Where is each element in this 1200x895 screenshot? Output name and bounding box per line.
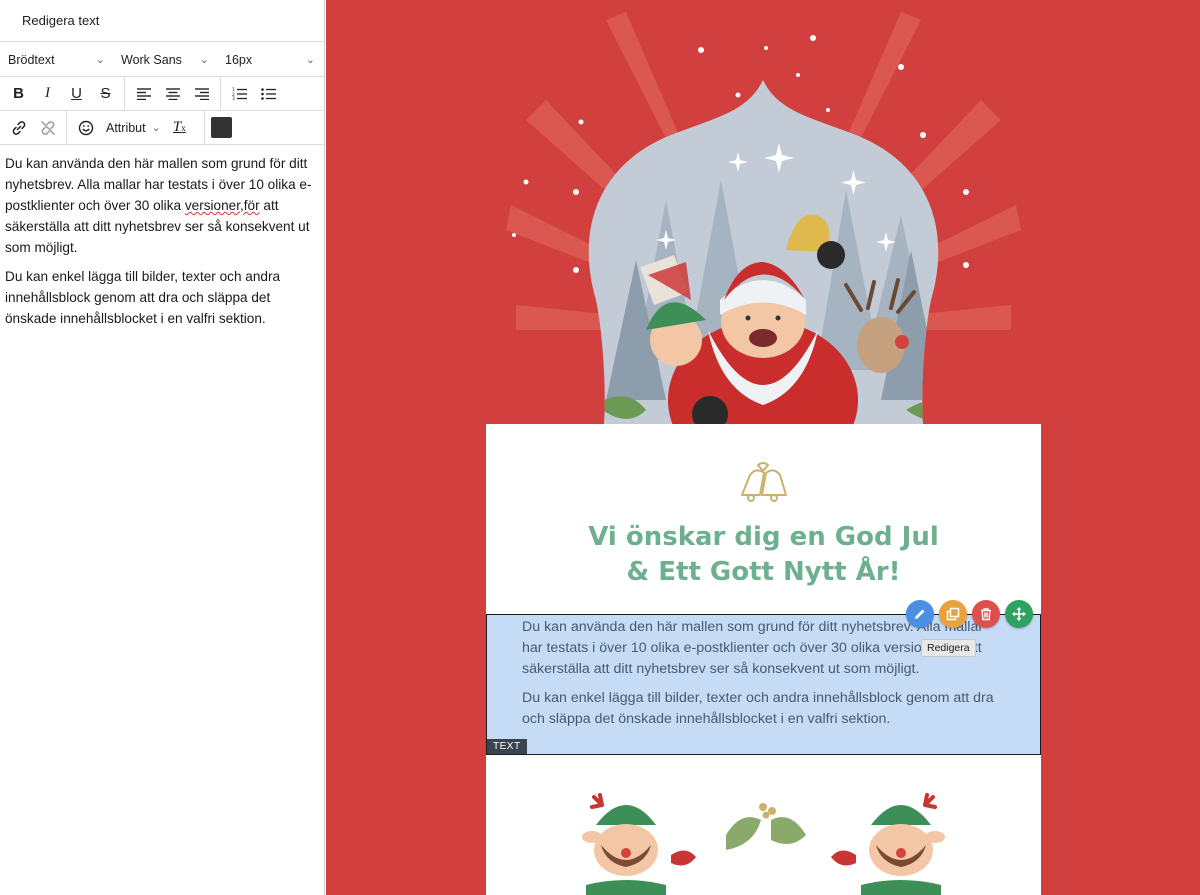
format-select-value: Brödtext <box>8 52 55 67</box>
italic-icon[interactable]: I <box>33 81 62 107</box>
style-toolbar: B I U S 123 <box>0 77 324 111</box>
insert-toolbar: Attribut ⌄ Tx <box>0 111 324 145</box>
chevron-down-icon: ⌄ <box>95 54 105 66</box>
chevron-down-icon: ⌄ <box>305 54 315 66</box>
greeting-section: Vi önskar dig en God Jul & Ett Gott Nytt… <box>486 424 1041 614</box>
move-block-button[interactable] <box>1005 600 1033 628</box>
bullet-list-icon[interactable] <box>254 81 283 107</box>
align-right-icon[interactable] <box>187 81 216 107</box>
unlink-icon[interactable] <box>33 115 62 141</box>
trash-icon <box>981 608 991 621</box>
block-actions <box>906 600 1033 628</box>
underline-icon[interactable]: U <box>62 81 91 107</box>
text-color-swatch[interactable] <box>210 117 232 138</box>
align-left-icon[interactable] <box>129 81 158 107</box>
elves-section <box>486 755 1041 895</box>
editor-paragraph-2: Du kan enkel lägga till bilder, texter o… <box>5 269 281 326</box>
attribute-select-label: Attribut <box>106 120 146 135</box>
greeting-heading: Vi önskar dig en God Jul & Ett Gott Nytt… <box>486 520 1041 590</box>
edit-block-button[interactable] <box>906 600 934 628</box>
alignment-group <box>125 77 221 110</box>
link-icon[interactable] <box>4 115 33 141</box>
strikethrough-icon[interactable]: S <box>91 81 120 107</box>
chevron-down-icon: ⌄ <box>199 54 209 66</box>
panel-title: Redigera text <box>0 0 324 42</box>
chevron-down-icon: ⌄ <box>151 122 161 134</box>
text-block-paragraph-2: Du kan enkel lägga till bilder, texter o… <box>522 690 994 727</box>
editor-paragraph-1: Du kan använda den här mallen som grund … <box>5 156 312 255</box>
bells-icon <box>741 462 787 502</box>
font-size-value: 16px <box>225 52 253 67</box>
font-select[interactable]: Work Sans ⌄ <box>113 43 217 76</box>
move-icon <box>1012 607 1026 621</box>
font-select-value: Work Sans <box>121 52 182 67</box>
pencil-icon <box>915 609 925 619</box>
bold-icon[interactable]: B <box>4 81 33 107</box>
format-select[interactable]: Brödtext ⌄ <box>0 43 113 76</box>
selected-text-block[interactable]: Du kan använda den här mallen som grund … <box>486 614 1041 755</box>
greeting-line-2: & Ett Gott Nytt År! <box>626 557 901 587</box>
edit-panel: Redigera text Brödtext ⌄ Work Sans ⌄ 16p… <box>0 0 325 895</box>
emoji-icon[interactable] <box>71 115 100 141</box>
delete-block-button[interactable] <box>972 600 1000 628</box>
ordered-list-icon[interactable]: 123 <box>225 81 254 107</box>
align-center-icon[interactable] <box>158 81 187 107</box>
font-size-select[interactable]: 16px ⌄ <box>217 43 323 76</box>
text-style-group: B I U S <box>0 77 125 110</box>
elves-illustration <box>582 793 945 895</box>
spellcheck-underline: versioner,för <box>184 198 260 213</box>
text-block-content: Du kan använda den här mallen som grund … <box>522 617 997 738</box>
duplicate-block-button[interactable] <box>939 600 967 628</box>
text-editor[interactable]: Du kan använda den här mallen som grund … <box>0 145 324 329</box>
block-type-tag: TEXT <box>487 739 527 754</box>
email-preview: Vi önskar dig en God Jul & Ett Gott Nytt… <box>326 0 1200 895</box>
christmas-illustration <box>506 12 1021 424</box>
list-group: 123 <box>221 77 287 110</box>
format-toolbar: Brödtext ⌄ Work Sans ⌄ 16px ⌄ <box>0 43 324 77</box>
svg-text:3: 3 <box>232 96 235 100</box>
tooltip-edit: Redigera <box>921 639 976 657</box>
clear-formatting-icon[interactable]: Tx <box>165 115 194 141</box>
link-group <box>0 111 67 144</box>
color-group <box>205 111 236 144</box>
misc-group: Attribut ⌄ Tx <box>67 111 205 144</box>
greeting-line-1: Vi önskar dig en God Jul <box>588 522 939 552</box>
copy-icon <box>946 607 960 621</box>
attribute-select[interactable]: Attribut ⌄ <box>100 111 165 144</box>
